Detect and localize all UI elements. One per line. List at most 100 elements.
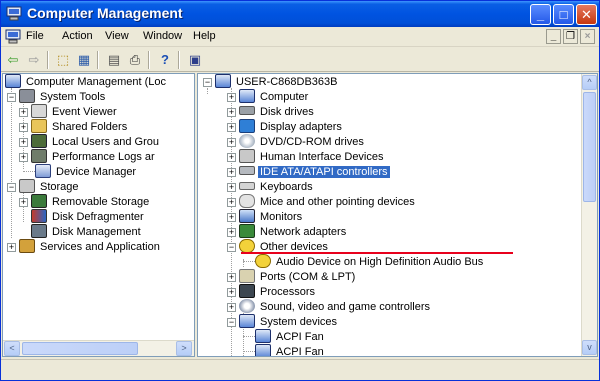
- expand-processors[interactable]: +: [227, 288, 236, 297]
- tree-node-device-manager[interactable]: Device Manager: [35, 164, 138, 180]
- help-icon[interactable]: ?: [156, 51, 174, 68]
- device-acpi-fan[interactable]: ACPI Fan: [255, 344, 326, 356]
- mdi-restore-button[interactable]: ❐: [563, 29, 578, 44]
- annotation-underline: [241, 252, 513, 254]
- ports-icon: [239, 269, 255, 283]
- collapse-system-tools[interactable]: −: [7, 93, 16, 102]
- expand-services-applications[interactable]: +: [7, 243, 16, 252]
- toolbar-separator: [97, 51, 99, 69]
- tree-guide: [243, 351, 255, 352]
- show-tree-icon[interactable]: ▦: [75, 51, 93, 68]
- tree-guide: [207, 88, 208, 94]
- back-arrow-icon[interactable]: ⇦: [4, 51, 22, 68]
- computer-management-icon: [6, 6, 22, 21]
- device-category-ide-controllers[interactable]: IDE ATA/ATAPI controllers: [239, 164, 390, 180]
- properties-icon[interactable]: ▤: [105, 51, 123, 68]
- device-category-network-adapters[interactable]: Network adapters: [239, 224, 348, 240]
- tree-node-shared-folders[interactable]: Shared Folders: [31, 119, 129, 135]
- device-category-mice[interactable]: Mice and other pointing devices: [239, 194, 417, 210]
- expand-human-interface[interactable]: +: [227, 153, 236, 162]
- device-category-display-adapters[interactable]: Display adapters: [239, 119, 344, 135]
- print-icon[interactable]: ⎙: [126, 51, 144, 68]
- expand-shared-folders[interactable]: +: [19, 123, 28, 132]
- sound-icon: [239, 299, 255, 313]
- device-acpi-fan[interactable]: ACPI Fan: [255, 329, 326, 345]
- storage-icon: [19, 179, 35, 193]
- console-tree-pane[interactable]: Computer Management (Loc − System Tools …: [2, 73, 195, 357]
- scroll-thumb[interactable]: [583, 92, 596, 202]
- tree-node-performance-logs[interactable]: Performance Logs ar: [31, 149, 157, 165]
- expand-local-users[interactable]: +: [19, 138, 28, 147]
- expand-ports[interactable]: +: [227, 273, 236, 282]
- device-category-sound-controllers[interactable]: Sound, video and game controllers: [239, 299, 432, 315]
- menu-help[interactable]: Help: [193, 30, 216, 42]
- collapse-other-devices[interactable]: −: [227, 243, 236, 252]
- tree-node-system-tools[interactable]: System Tools: [19, 89, 107, 105]
- tree-node-storage[interactable]: Storage: [19, 179, 81, 195]
- expand-sound-controllers[interactable]: +: [227, 303, 236, 312]
- tree-node-root-computer[interactable]: USER-C868DB363B: [215, 74, 340, 90]
- device-category-monitors[interactable]: Monitors: [239, 209, 304, 225]
- collapse-storage[interactable]: −: [7, 183, 16, 192]
- horizontal-scrollbar[interactable]: < >: [3, 340, 194, 356]
- expand-display-adapters[interactable]: +: [227, 123, 236, 132]
- expand-disk-drives[interactable]: +: [227, 108, 236, 117]
- menu-view[interactable]: View: [105, 30, 129, 42]
- expand-computer[interactable]: +: [227, 93, 236, 102]
- scroll-right-button[interactable]: >: [176, 341, 192, 356]
- device-category-dvd-drives[interactable]: DVD/CD-ROM drives: [239, 134, 366, 150]
- forward-arrow-icon[interactable]: ⇨: [25, 51, 43, 68]
- system-menu-icon[interactable]: [5, 29, 21, 44]
- mdi-minimize-button[interactable]: _: [546, 29, 561, 44]
- minimize-button[interactable]: _: [530, 4, 551, 25]
- tree-node-removable-storage[interactable]: Removable Storage: [31, 194, 151, 210]
- question-icon: [239, 239, 255, 253]
- warning-device-icon: [255, 254, 271, 268]
- device-category-processors[interactable]: Processors: [239, 284, 317, 300]
- maximize-button[interactable]: □: [553, 4, 574, 25]
- vertical-scrollbar[interactable]: ^ v: [581, 74, 597, 356]
- device-audio-high-definition[interactable]: Audio Device on High Definition Audio Bu…: [255, 254, 485, 270]
- device-tree-pane[interactable]: − USER-C868DB363B + Computer + Disk driv…: [197, 73, 598, 357]
- tree-node-computer-management[interactable]: Computer Management (Loc: [5, 74, 168, 90]
- device-category-ports[interactable]: Ports (COM & LPT): [239, 269, 357, 285]
- collapse-system-devices[interactable]: −: [227, 318, 236, 327]
- menu-bar: File Action View Window Help _ ❐ ×: [1, 27, 599, 47]
- tree-node-services-applications[interactable]: Services and Application: [19, 239, 162, 255]
- scroll-up-button[interactable]: ^: [582, 75, 597, 90]
- disk-drive-icon: [239, 106, 255, 115]
- expand-performance-logs[interactable]: +: [19, 153, 28, 162]
- up-folder-icon[interactable]: ⬚: [54, 51, 72, 68]
- menu-window[interactable]: Window: [143, 30, 182, 42]
- menu-file[interactable]: File: [26, 30, 44, 42]
- scroll-down-button[interactable]: v: [582, 340, 597, 355]
- device-category-keyboards[interactable]: Keyboards: [239, 179, 315, 195]
- expand-event-viewer[interactable]: +: [19, 108, 28, 117]
- device-category-computer[interactable]: Computer: [239, 89, 310, 105]
- expand-network-adapters[interactable]: +: [227, 228, 236, 237]
- device-category-system-devices[interactable]: System devices: [239, 314, 339, 330]
- scroll-thumb[interactable]: [22, 342, 138, 355]
- expand-keyboards[interactable]: +: [227, 183, 236, 192]
- tree-node-local-users[interactable]: Local Users and Grou: [31, 134, 161, 150]
- tree-guide: [11, 88, 12, 238]
- scan-hardware-icon[interactable]: ▣: [186, 51, 204, 68]
- expand-monitors[interactable]: +: [227, 213, 236, 222]
- menu-action[interactable]: Action: [62, 30, 93, 42]
- display-adapter-icon: [239, 119, 255, 133]
- tree-node-disk-defragmenter[interactable]: Disk Defragmenter: [31, 209, 146, 225]
- mdi-close-button[interactable]: ×: [580, 29, 595, 44]
- expand-mice[interactable]: +: [227, 198, 236, 207]
- window-title: Computer Management: [27, 5, 183, 21]
- expand-removable-storage[interactable]: +: [19, 198, 28, 207]
- collapse-root[interactable]: −: [203, 78, 212, 87]
- tree-node-disk-management[interactable]: Disk Management: [31, 224, 143, 240]
- device-category-disk-drives[interactable]: Disk drives: [239, 104, 316, 120]
- tree-node-event-viewer[interactable]: Event Viewer: [31, 104, 119, 120]
- device-category-human-interface[interactable]: Human Interface Devices: [239, 149, 386, 165]
- expand-dvd-drives[interactable]: +: [227, 138, 236, 147]
- close-button[interactable]: ✕: [576, 4, 597, 25]
- title-bar[interactable]: Computer Management _ □ ✕: [1, 1, 599, 27]
- expand-ide-controllers[interactable]: +: [227, 168, 236, 177]
- scroll-left-button[interactable]: <: [4, 341, 20, 356]
